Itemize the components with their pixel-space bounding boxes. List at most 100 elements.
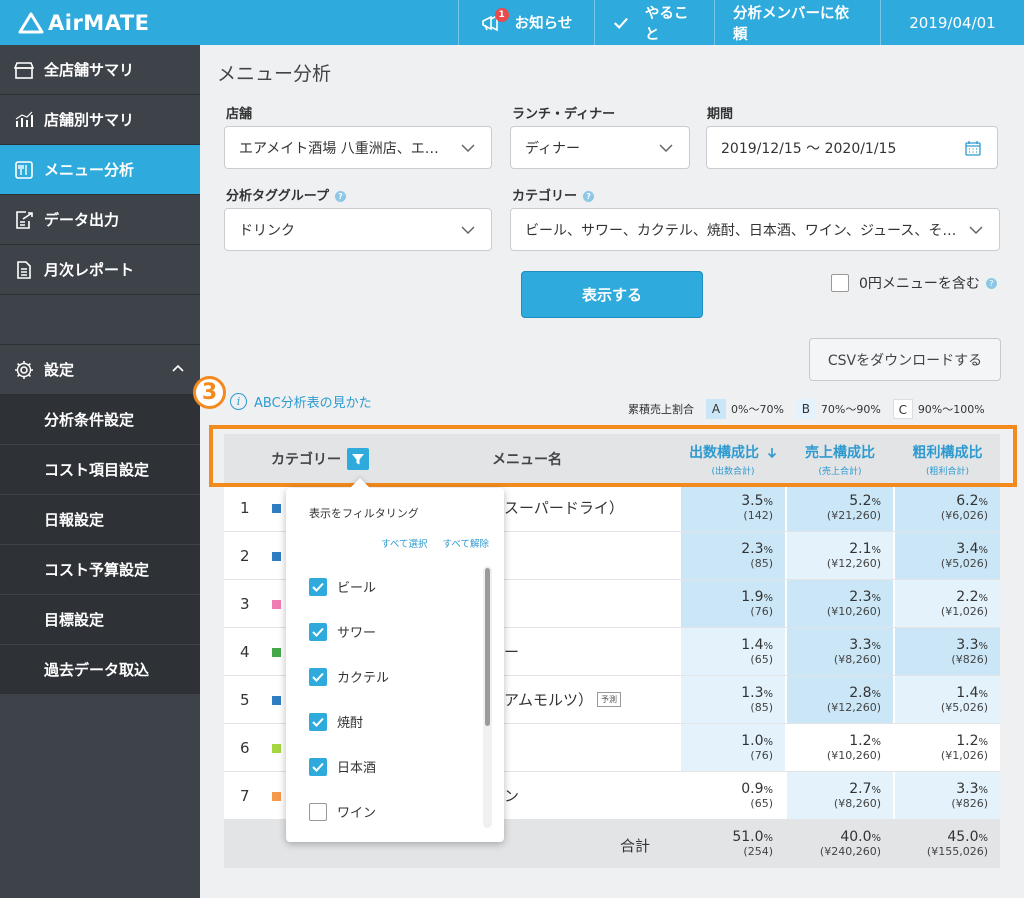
lunch-dinner-select[interactable]: ディナー — [510, 126, 690, 169]
filter-option[interactable]: ワイン — [309, 789, 389, 834]
sidebar-settings-toggle[interactable]: 設定 — [0, 345, 200, 395]
total-profit-sub: (¥155,026) — [926, 845, 988, 858]
legend-label: 累積売上割合 — [628, 403, 694, 416]
menu-name-text: アムモルツ） — [504, 691, 593, 709]
profit-ratio-cell: 2.2% (¥1,026) — [895, 580, 1000, 627]
megaphone-icon: 1 — [481, 7, 509, 32]
select-all-link[interactable]: すべて選択 — [381, 539, 427, 550]
row-number: 3 — [240, 595, 250, 613]
checkbox-checked[interactable] — [309, 622, 327, 641]
profit-ratio-cell: 3.3% (¥826) — [895, 628, 1000, 675]
chevron-up-icon — [172, 364, 184, 372]
category-label: カテゴリー? — [512, 185, 595, 204]
checkbox-empty[interactable] — [309, 802, 327, 821]
filter-option[interactable]: カクテル — [309, 654, 389, 699]
qty-ratio-cell: 1.3% (85) — [681, 676, 785, 723]
percent-unit: % — [978, 497, 988, 508]
sales-ratio-sub: (¥10,260) — [826, 605, 881, 618]
period-value: 2019/12/15 〜 2020/1/15 — [721, 140, 897, 157]
sidebar-item-all-stores[interactable]: 全店舗サマリ — [0, 45, 200, 95]
sidebar-sub-cost-budget[interactable]: コスト予算設定 — [0, 545, 200, 595]
show-button[interactable]: 表示する — [521, 271, 703, 318]
help-icon[interactable]: ? — [985, 277, 997, 289]
filter-options: ビール サワー カクテル焼酎日本酒 ワイン — [309, 564, 389, 834]
current-date: 2019/04/01 — [880, 0, 1024, 45]
legend-range-c: 90%〜100% — [917, 403, 985, 416]
news-button[interactable]: 1 お知らせ — [458, 0, 594, 45]
store-icon — [14, 61, 34, 79]
help-icon[interactable]: ? — [583, 191, 595, 202]
sidebar-item-label: メニュー分析 — [44, 161, 135, 179]
sidebar-sub-daily-report[interactable]: 日報設定 — [0, 495, 200, 545]
request-analyst-button[interactable]: 分析メンバーに依頼 — [714, 0, 880, 45]
store-select[interactable]: エアメイト酒場 八重洲店、エアメイト酒場 — [224, 126, 492, 169]
checkbox-checked[interactable] — [309, 577, 327, 596]
sidebar-sub-analysis-conditions[interactable]: 分析条件設定 — [0, 395, 200, 445]
deselect-all-link[interactable]: すべて解除 — [443, 539, 489, 550]
profit-ratio-value: 3.4 — [956, 541, 979, 557]
filter-option[interactable]: ビール — [309, 564, 389, 609]
sidebar-sub-import-data[interactable]: 過去データ取込 — [0, 645, 200, 695]
filter-option-label: 焼酎 — [337, 716, 364, 731]
chevron-down-icon — [659, 143, 673, 152]
sales-ratio-value: 2.8 — [849, 685, 872, 701]
tag-group-select[interactable]: ドリンク — [224, 208, 492, 251]
category-label-text: カテゴリー — [512, 189, 578, 204]
csv-download-button[interactable]: CSVをダウンロードする — [809, 338, 1001, 381]
sidebar-sub-label: コスト項目設定 — [44, 461, 150, 479]
sidebar-item-store-summary[interactable]: 店舗別サマリ — [0, 95, 200, 145]
percent-unit: % — [871, 497, 881, 508]
category-color-swatch — [272, 552, 281, 561]
checkbox-checked[interactable] — [309, 757, 327, 776]
sidebar-item-menu-analysis[interactable]: メニュー分析 — [0, 145, 200, 195]
sidebar: 全店舗サマリ 店舗別サマリ メニュー分析 データ出力 月次レポート 設定 分析条… — [0, 45, 200, 898]
percent-unit: % — [763, 737, 773, 748]
sales-ratio-sub: (¥12,260) — [826, 557, 881, 570]
sales-ratio-cell: 1.2% (¥10,260) — [787, 724, 893, 771]
app-name: AirMATE — [48, 10, 150, 35]
sidebar-item-monthly-report[interactable]: 月次レポート — [0, 245, 200, 295]
menu-name: アムモルツ） 予測 — [504, 689, 621, 710]
popup-scrollbar-thumb[interactable] — [485, 568, 490, 726]
profit-ratio-cell: 3.3% (¥826) — [895, 772, 1000, 819]
sales-ratio-value: 2.3 — [849, 589, 872, 605]
airmate-logo[interactable]: AirMATE — [0, 0, 458, 45]
abc-help-link[interactable]: i ABC分析表の見かた — [230, 392, 372, 411]
report-icon — [17, 260, 31, 279]
sidebar-item-data-export[interactable]: データ出力 — [0, 195, 200, 245]
checkbox-checked[interactable] — [309, 667, 327, 686]
checkbox-checked[interactable] — [309, 712, 327, 731]
filter-option[interactable]: 焼酎 — [309, 699, 389, 744]
sidebar-sub-goals[interactable]: 目標設定 — [0, 595, 200, 645]
category-select[interactable]: ビール、サワー、カクテル、焼酎、日本酒、ワイン、ジュース、その他 — [510, 208, 1000, 251]
abc-help-text: ABC分析表の見かた — [254, 396, 372, 411]
period-input[interactable]: 2019/12/15 〜 2020/1/15 — [706, 126, 998, 169]
checkbox-empty[interactable] — [831, 274, 849, 292]
qty-ratio-value: 3.5 — [741, 493, 764, 509]
page-title: メニュー分析 — [217, 63, 332, 85]
total-profit-value: 45.0 — [947, 829, 979, 845]
filter-option[interactable]: サワー — [309, 609, 389, 654]
zero-yen-menu-checkbox[interactable]: 0円メニューを含む ? — [831, 273, 997, 293]
highlight-frame — [209, 425, 1017, 487]
sidebar-item-label: 全店舗サマリ — [44, 61, 135, 79]
row-number: 5 — [240, 691, 250, 709]
category-color-swatch — [272, 792, 281, 801]
bar-chart-icon — [15, 111, 33, 127]
legend-range-b: 70%〜90% — [820, 403, 881, 416]
sales-ratio-cell: 5.2% (¥21,260) — [787, 484, 893, 531]
sales-ratio-cell: 2.8% (¥12,260) — [787, 676, 893, 723]
tag-group-label-text: 分析タググループ — [226, 189, 329, 204]
sales-ratio-value: 2.7 — [849, 781, 872, 797]
todo-button[interactable]: やること — [594, 0, 714, 45]
sidebar-sub-cost-items[interactable]: コスト項目設定 — [0, 445, 200, 495]
check-icon — [312, 627, 324, 637]
percent-unit: % — [978, 833, 988, 844]
help-icon[interactable]: ? — [334, 191, 346, 202]
check-icon — [614, 17, 628, 29]
check-icon — [312, 582, 324, 592]
chevron-down-icon — [969, 225, 983, 234]
calendar-icon[interactable] — [965, 140, 981, 156]
category-value: ビール、サワー、カクテル、焼酎、日本酒、ワイン、ジュース、その他 — [525, 222, 959, 239]
filter-option[interactable]: 日本酒 — [309, 744, 389, 789]
